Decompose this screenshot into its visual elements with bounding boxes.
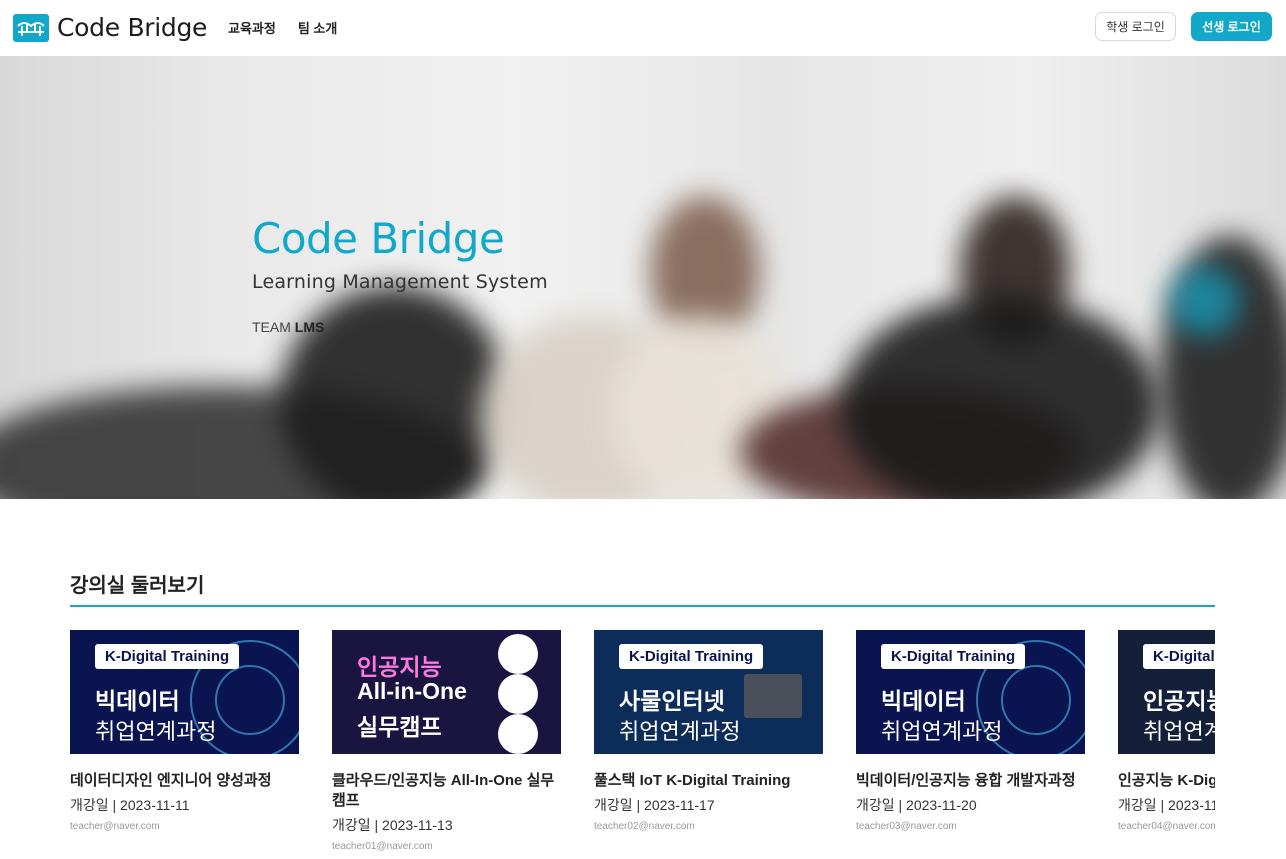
thumbnail-badge: K-Digital Training [619,644,764,669]
hero-subtitle: Learning Management System [252,271,548,293]
course-card[interactable]: K-Digital Training 사물인터넷 취업연계과정 풀스택 IoT … [594,630,823,852]
student-login-button[interactable]: 학생 로그인 [1095,12,1176,41]
teacher-email: teacher04@naver.com [1118,821,1215,832]
thumbnail-subtitle: 취업연계과정 [95,719,217,744]
thumbnail-title: 인공지능 [357,654,442,680]
hero-text-block: Code Bridge Learning Management System T… [252,214,548,335]
nav-item-curriculum[interactable]: 교육과정 [228,18,276,37]
course-card[interactable]: K-Digital 인공지능 취업연계 인공지능 K-Digital Train… [1118,630,1215,852]
thumbnail-badge: K-Digital [1143,644,1215,669]
team-prefix: TEAM [252,319,291,335]
course-title[interactable]: 클라우드/인공지능 All-In-One 실무캠프 [332,771,561,811]
bridge-icon [13,13,49,42]
classroom-browse-heading: 강의실 둘러보기 [70,575,205,597]
thumbnail-title: 인공지능 [1143,688,1215,714]
teacher-login-button[interactable]: 선생 로그인 [1191,12,1272,41]
course-thumbnail: K-Digital Training 빅데이터 취업연계과정 [856,630,1085,754]
thumbnail-badge: K-Digital Training [881,644,1026,669]
teacher-email: teacher03@naver.com [856,821,957,832]
teacher-email: teacher01@naver.com [332,841,433,852]
section-divider [70,605,1215,607]
brand-name: Code Bridge [57,13,208,42]
hero-team-label: TEAM LMS [252,319,548,335]
thumbnail-title: 빅데이터 [95,688,180,714]
course-start-date: 개강일 | 2023-11-13 [332,817,453,833]
course-start-date: 개강일 | 2023-11-11 [70,797,190,813]
nav-item-team-intro[interactable]: 팀 소개 [298,18,338,37]
brand-logo[interactable]: Code Bridge [13,13,207,42]
course-thumbnail: K-Digital Training 빅데이터 취업연계과정 [70,630,299,754]
course-title[interactable]: 풀스택 IoT K-Digital Training [594,771,823,791]
course-card[interactable]: K-Digital Training 빅데이터 취업연계과정 빅데이터/인공지능… [856,630,1085,852]
thumbnail-subtitle: 취업연계 [1143,719,1215,744]
thumbnail-title-line2: All-in-One [357,678,467,704]
course-start-date: 개강일 | 2023-11-20 [856,797,977,813]
thumbnail-badge: K-Digital Training [95,644,240,669]
team-name: LMS [294,319,325,335]
course-thumbnail: 인공지능 All-in-One 실무캠프 [332,630,561,754]
thumbnail-title: 빅데이터 [881,688,966,714]
course-thumbnail: K-Digital 인공지능 취업연계 [1118,630,1215,754]
course-carousel: K-Digital Training 빅데이터 취업연계과정 데이터디자인 엔지… [70,630,1215,859]
teacher-email: teacher02@naver.com [594,821,695,832]
thumbnail-subtitle: 취업연계과정 [619,719,741,744]
thumbnail-title: 사물인터넷 [619,688,725,714]
course-start-date: 개강일 | 2023-11-17 [594,797,715,813]
course-title[interactable]: 빅데이터/인공지능 융합 개발자과정 [856,771,1085,791]
course-card[interactable]: 인공지능 All-in-One 실무캠프 클라우드/인공지능 All-In-On… [332,630,561,852]
teacher-email: teacher@naver.com [70,821,160,832]
course-card-list: K-Digital Training 빅데이터 취업연계과정 데이터디자인 엔지… [70,630,1215,852]
thumbnail-title-line3: 실무캠프 [357,714,442,740]
hero-title: Code Bridge [252,214,505,263]
course-thumbnail: K-Digital Training 사물인터넷 취업연계과정 [594,630,823,754]
course-title[interactable]: 인공지능 K-Digital Training [1118,771,1215,791]
top-nav-bar: Code Bridge 교육과정 팀 소개 학생 로그인 선생 로그인 [0,0,1286,56]
main-nav: 교육과정 팀 소개 [228,18,337,37]
course-card[interactable]: K-Digital Training 빅데이터 취업연계과정 데이터디자인 엔지… [70,630,299,852]
hero-banner: Code Bridge Learning Management System T… [0,56,1286,499]
thumbnail-subtitle: 취업연계과정 [881,719,1003,744]
course-title[interactable]: 데이터디자인 엔지니어 양성과정 [70,771,299,791]
course-start-date: 개강일 | 2023-11-27 [1118,797,1215,813]
